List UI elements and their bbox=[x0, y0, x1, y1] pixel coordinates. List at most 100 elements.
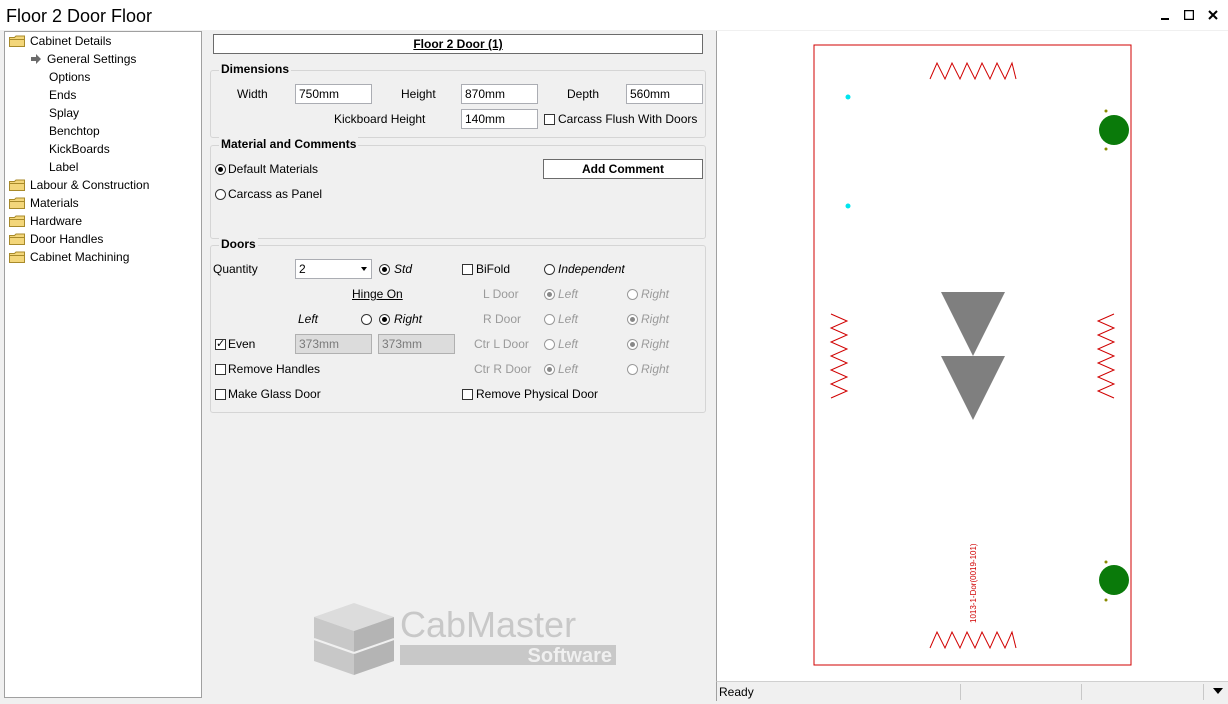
cabmaster-logo: CabMaster Software bbox=[313, 603, 616, 675]
tree-item[interactable]: Hardware bbox=[9, 212, 82, 230]
minimize-button[interactable] bbox=[1158, 8, 1172, 22]
independent-radio[interactable] bbox=[544, 264, 555, 275]
cube-icon bbox=[313, 603, 395, 675]
l-door-label: L Door bbox=[483, 287, 519, 301]
tree-item[interactable]: Ends bbox=[49, 86, 76, 104]
tree-item[interactable]: General Settings bbox=[30, 50, 136, 68]
l-door-left-label: Left bbox=[558, 287, 579, 301]
chevron-down-icon[interactable] bbox=[1213, 688, 1223, 696]
tree-item[interactable]: Cabinet Machining bbox=[9, 248, 129, 266]
arrow-right-icon bbox=[31, 54, 41, 64]
cyan-dot-icon bbox=[845, 94, 851, 100]
kickboard-height-field[interactable]: 140mm bbox=[461, 109, 538, 129]
ctr-r-door-label: Ctr R Door bbox=[474, 362, 532, 376]
hinge-marker-icon bbox=[1104, 560, 1108, 564]
hinge-marker-icon bbox=[1104, 598, 1108, 602]
quantity-select[interactable]: 2 bbox=[295, 259, 372, 279]
std-label: Std bbox=[394, 262, 413, 276]
default-materials-label: Default Materials bbox=[228, 162, 319, 176]
tree-item-label: Labour & Construction bbox=[30, 178, 150, 192]
dimensions-group: Dimensions bbox=[210, 62, 706, 138]
close-icon bbox=[1208, 10, 1218, 20]
height-label: Height bbox=[401, 87, 436, 101]
tree-item[interactable]: Options bbox=[49, 68, 90, 86]
door-width-2-field[interactable]: 373mm bbox=[378, 334, 455, 354]
ctr-r-door-left-radio[interactable] bbox=[544, 364, 555, 375]
maximize-button[interactable] bbox=[1182, 8, 1196, 22]
hinge-marker-icon bbox=[1104, 147, 1108, 151]
opening-arrow-icon bbox=[941, 292, 1005, 356]
folder-icon bbox=[9, 179, 25, 191]
carcass-panel-radio[interactable] bbox=[215, 189, 226, 200]
status-text: Ready bbox=[719, 685, 754, 699]
tree-item[interactable]: Labour & Construction bbox=[9, 176, 149, 194]
l-door-right-label: Right bbox=[641, 287, 670, 301]
ctr-l-door-left-label: Left bbox=[558, 337, 579, 351]
status-divider bbox=[1203, 684, 1204, 700]
ctr-l-door-left-radio[interactable] bbox=[544, 339, 555, 350]
tree-item[interactable]: Door Handles bbox=[9, 230, 103, 248]
material-title: Material and Comments bbox=[219, 137, 359, 151]
status-bar: Ready bbox=[716, 681, 1228, 701]
door-width-1-field[interactable]: 373mm bbox=[295, 334, 372, 354]
remove-handles-label: Remove Handles bbox=[228, 362, 321, 376]
hinge-on-label: Hinge On bbox=[352, 287, 403, 301]
bottom-spring-icon bbox=[929, 630, 1017, 650]
carcass-flush-label: Carcass Flush With Doors bbox=[558, 112, 698, 126]
folder-icon bbox=[9, 233, 25, 245]
tree-item-label: Door Handles bbox=[30, 232, 104, 246]
close-button[interactable] bbox=[1206, 8, 1220, 22]
preview-canvas[interactable]: 1013-1-Dor(0019-101) bbox=[717, 31, 1228, 681]
tree-item[interactable]: Cabinet Details bbox=[9, 32, 111, 50]
make-glass-checkbox[interactable] bbox=[215, 389, 226, 400]
carcass-flush-checkbox[interactable] bbox=[544, 114, 555, 125]
settings-panel: Floor 2 Door (1) Dimensions Width 750mm … bbox=[206, 31, 710, 698]
carcass-panel-label: Carcass as Panel bbox=[228, 187, 323, 201]
r-door-left-label: Left bbox=[558, 312, 579, 326]
tree-item[interactable]: Benchtop bbox=[49, 122, 100, 140]
hinge-right-label: Right bbox=[394, 312, 423, 326]
r-door-right-label: Right bbox=[641, 312, 670, 326]
title-bar: Floor 2 Door Floor bbox=[0, 0, 1228, 30]
bifold-checkbox[interactable] bbox=[462, 264, 473, 275]
left-spring-icon bbox=[829, 313, 849, 399]
remove-physical-checkbox[interactable] bbox=[462, 389, 473, 400]
l-door-right-radio[interactable] bbox=[627, 289, 638, 300]
add-comment-button[interactable]: Add Comment bbox=[543, 159, 703, 179]
tree-item[interactable]: Splay bbox=[49, 104, 79, 122]
ctr-l-door-right-radio[interactable] bbox=[627, 339, 638, 350]
remove-handles-checkbox[interactable] bbox=[215, 364, 226, 375]
tree-item[interactable]: KickBoards bbox=[49, 140, 110, 158]
tree-item-label: Options bbox=[49, 70, 91, 84]
top-spring-icon bbox=[929, 61, 1017, 81]
hinge-left-label: Left bbox=[298, 312, 319, 326]
depth-field[interactable]: 560mm bbox=[626, 84, 703, 104]
default-materials-radio[interactable] bbox=[215, 164, 226, 175]
r-door-left-radio[interactable] bbox=[544, 314, 555, 325]
hinge-right-radio[interactable] bbox=[379, 314, 390, 325]
tree-item-label: Label bbox=[49, 160, 79, 174]
ctr-l-door-label: Ctr L Door bbox=[474, 337, 529, 351]
std-radio[interactable] bbox=[379, 264, 390, 275]
hinge-bottom-icon bbox=[1099, 565, 1129, 595]
opening-arrow-icon bbox=[941, 356, 1005, 420]
tree-item-label: Cabinet Machining bbox=[30, 250, 130, 264]
minimize-icon bbox=[1161, 18, 1169, 20]
width-field[interactable]: 750mm bbox=[295, 84, 372, 104]
maximize-icon bbox=[1184, 10, 1194, 20]
ctr-l-door-right-label: Right bbox=[641, 337, 670, 351]
tree-item-label: KickBoards bbox=[49, 142, 110, 156]
cyan-dot-icon bbox=[845, 203, 851, 209]
even-label: Even bbox=[228, 337, 256, 351]
hinge-left-radio[interactable] bbox=[361, 314, 372, 325]
tree-item[interactable]: Materials bbox=[9, 194, 79, 212]
ctr-r-door-right-label: Right bbox=[641, 362, 670, 376]
tree-item[interactable]: Label bbox=[49, 158, 78, 176]
l-door-left-radio[interactable] bbox=[544, 289, 555, 300]
height-field[interactable]: 870mm bbox=[461, 84, 538, 104]
r-door-right-radio[interactable] bbox=[627, 314, 638, 325]
cabinet-title: Floor 2 Door (1) bbox=[213, 34, 703, 54]
even-checkbox[interactable] bbox=[215, 337, 226, 350]
folder-icon bbox=[9, 215, 25, 227]
ctr-r-door-right-radio[interactable] bbox=[627, 364, 638, 375]
